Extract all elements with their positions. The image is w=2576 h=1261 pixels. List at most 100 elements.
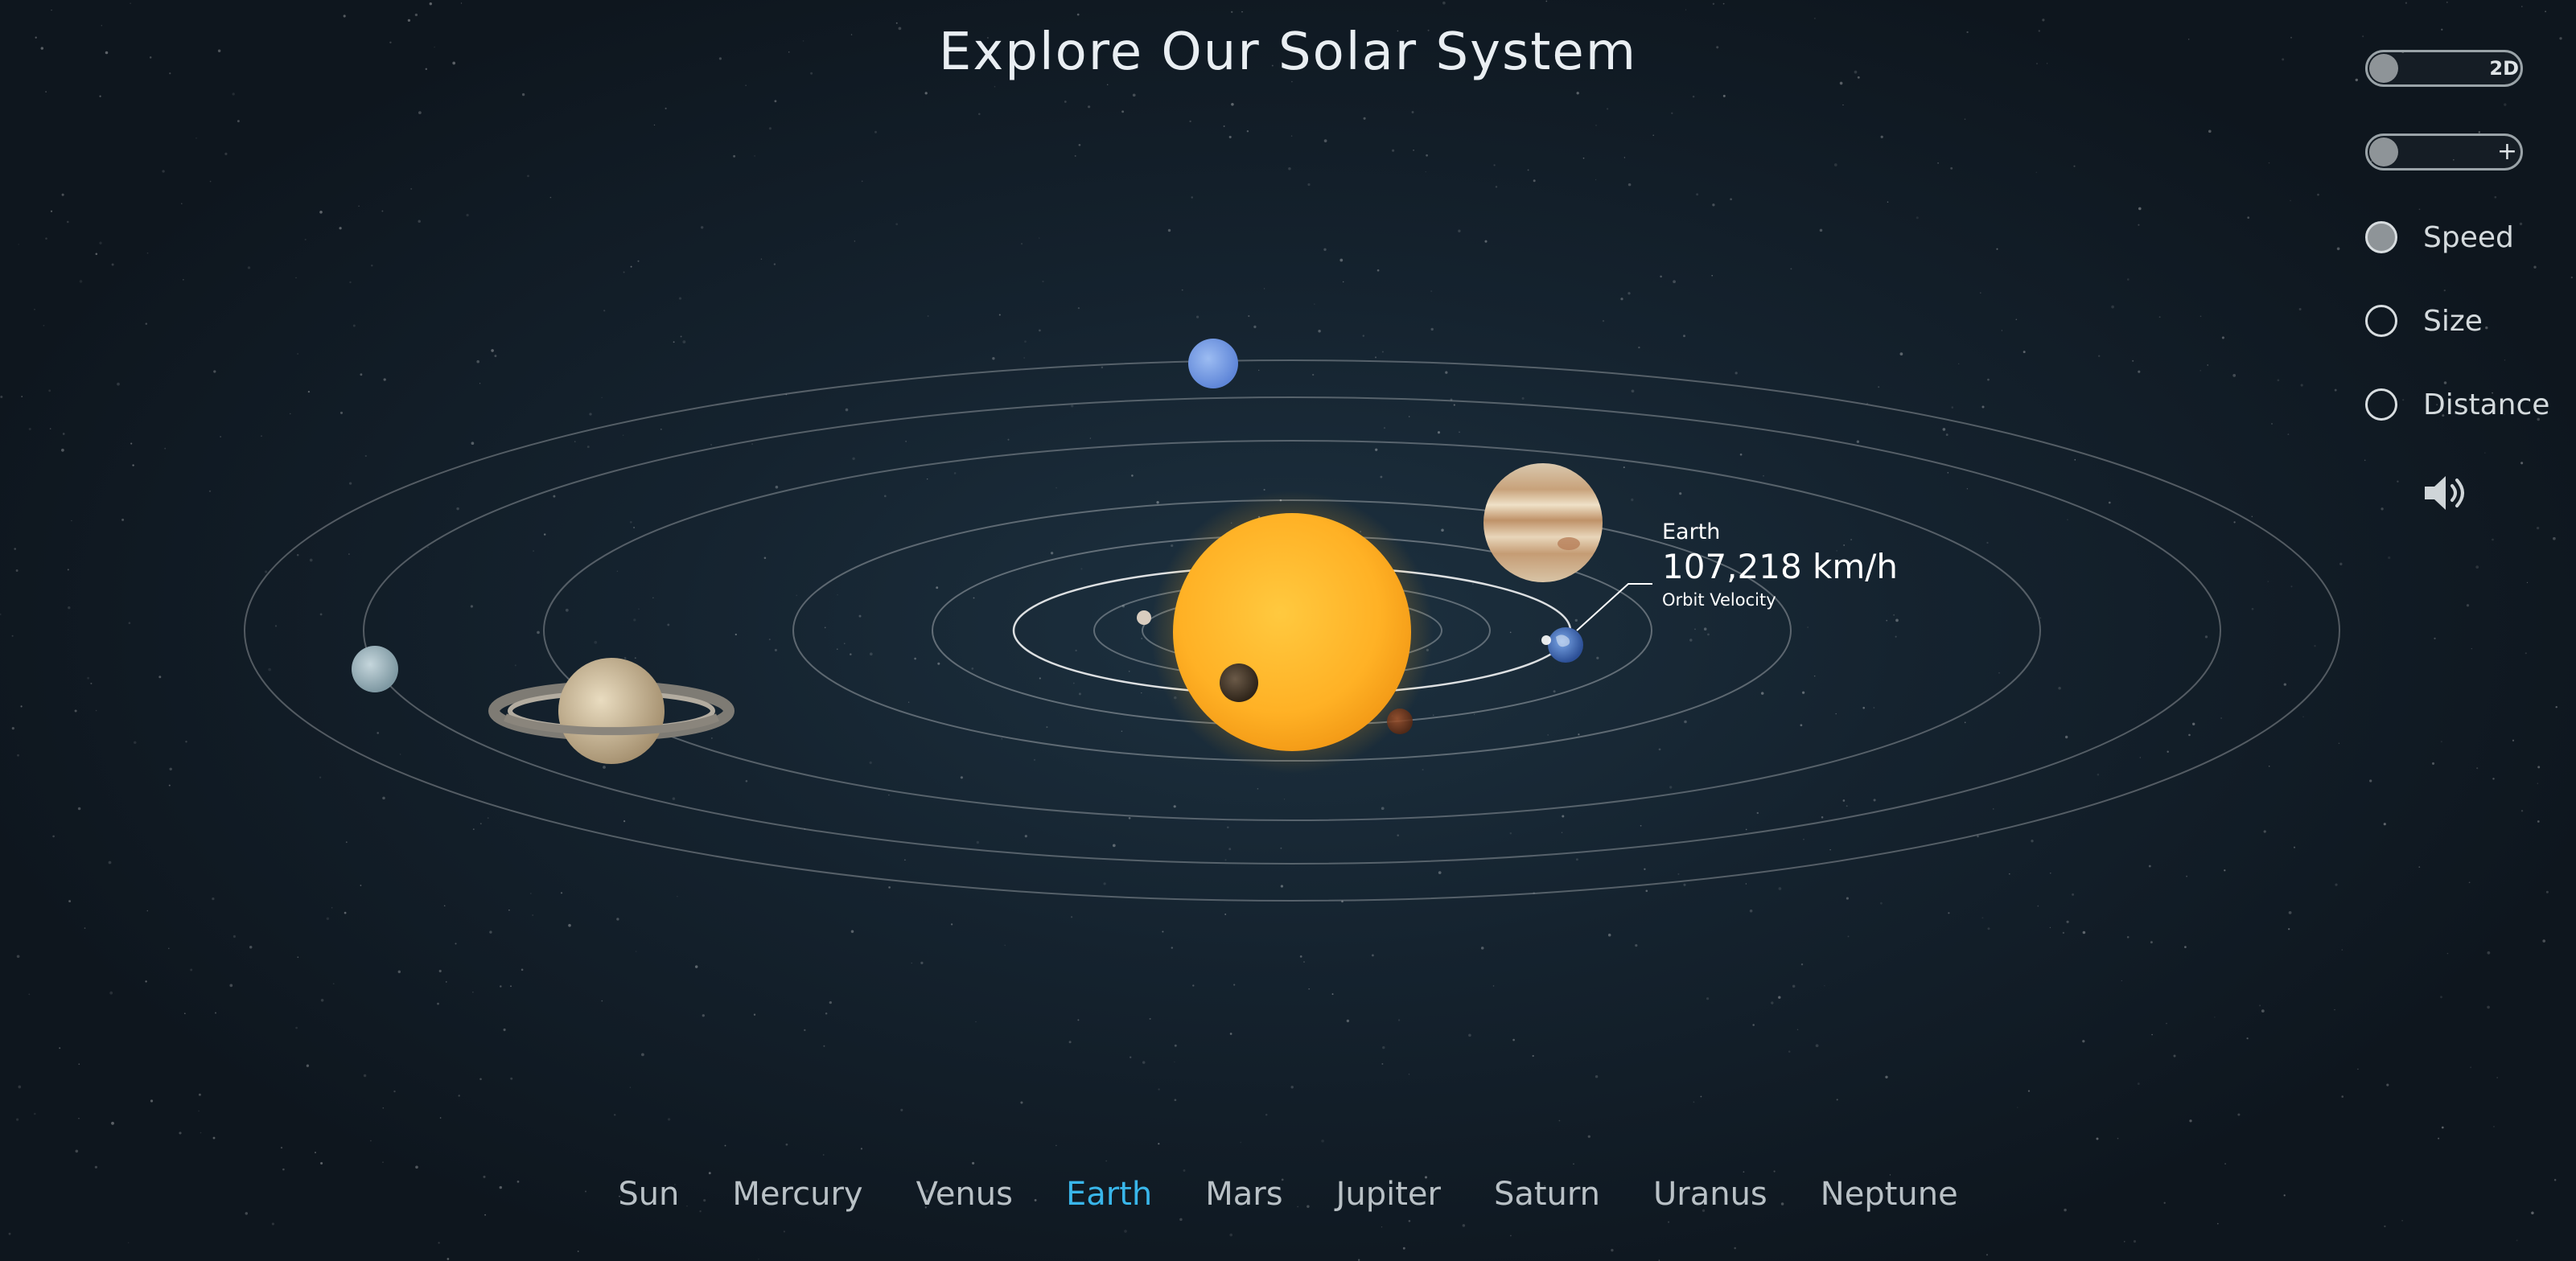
star [577, 1251, 579, 1252]
star [479, 383, 481, 384]
star [1561, 832, 1563, 834]
star [2082, 1040, 2085, 1043]
star [208, 490, 212, 492]
star [1532, 1054, 1534, 1058]
star [1847, 935, 1850, 938]
star [735, 633, 737, 636]
option-speed[interactable]: Speed [2365, 217, 2514, 257]
zoom-toggle[interactable]: + [2365, 133, 2523, 170]
star [1707, 633, 1710, 636]
radio-size[interactable] [2365, 305, 2397, 337]
star [2267, 581, 2269, 582]
star [1132, 93, 1136, 97]
planet-jupiter[interactable] [1483, 463, 1603, 582]
nav-item-earth[interactable]: Earth [1066, 1176, 1152, 1213]
star [2259, 1004, 2261, 1007]
star [1438, 871, 1442, 874]
nav-item-mars[interactable]: Mars [1205, 1176, 1282, 1213]
star [190, 968, 193, 971]
nav-item-neptune[interactable]: Neptune [1821, 1176, 1958, 1213]
star [185, 740, 187, 743]
nav-item-venus[interactable]: Venus [916, 1176, 1013, 1213]
star [2037, 905, 2039, 907]
nav-item-saturn[interactable]: Saturn [1494, 1176, 1600, 1213]
speaker-icon[interactable] [2422, 473, 2473, 513]
star [1792, 984, 1796, 988]
view-mode-toggle[interactable]: 2D [2365, 50, 2523, 87]
star [1576, 92, 1579, 95]
star [586, 446, 590, 449]
star [633, 618, 636, 622]
star [2487, 951, 2491, 955]
star [2519, 222, 2523, 226]
nav-item-mercury[interactable]: Mercury [732, 1176, 862, 1213]
star [510, 985, 512, 988]
star [2405, 2, 2408, 4]
star [1606, 108, 1609, 110]
star [533, 550, 534, 552]
option-size[interactable]: Size [2365, 301, 2483, 341]
star [183, 279, 184, 281]
star [1796, 1029, 1799, 1031]
star [2526, 581, 2529, 584]
star [487, 817, 489, 819]
planet-mars[interactable] [1387, 709, 1413, 734]
star [1101, 366, 1104, 369]
star [1558, 1119, 1561, 1122]
nav-item-uranus[interactable]: Uranus [1653, 1176, 1767, 1213]
radio-distance[interactable] [2365, 388, 2397, 421]
star [1836, 1099, 1838, 1101]
star [1480, 947, 1484, 950]
star [623, 271, 625, 273]
star [1131, 474, 1134, 477]
sun[interactable] [1150, 491, 1434, 774]
star [601, 396, 603, 399]
star [565, 608, 569, 612]
nav-item-jupiter[interactable]: Jupiter [1336, 1176, 1441, 1213]
star [2268, 766, 2270, 767]
planet-earth[interactable] [1541, 627, 1583, 663]
star [48, 389, 51, 392]
star [94, 1165, 98, 1169]
star [1700, 1095, 1702, 1098]
star [1627, 292, 1631, 295]
star [2537, 766, 2541, 769]
star [861, 180, 863, 183]
star [1411, 111, 1414, 113]
star [1937, 162, 1939, 164]
star [1640, 824, 1642, 827]
planet-saturn[interactable] [488, 658, 735, 764]
star [296, 553, 299, 557]
star [209, 180, 212, 183]
star [1023, 357, 1025, 359]
star [320, 999, 324, 1002]
star [111, 263, 114, 266]
star [213, 370, 216, 373]
option-distance[interactable]: Distance [2365, 384, 2549, 425]
star [2383, 823, 2386, 826]
star [2364, 459, 2366, 462]
star [2434, 637, 2436, 640]
star [634, 657, 636, 659]
star [1993, 808, 1994, 810]
planet-neptune[interactable] [1188, 339, 1238, 388]
star [1191, 196, 1193, 199]
planet-mercury[interactable] [1137, 610, 1151, 625]
star [2441, 1126, 2444, 1129]
star [2418, 208, 2421, 211]
star [1658, 748, 1661, 751]
solar-system-view[interactable] [0, 0, 2576, 1261]
star [2058, 687, 2061, 690]
star [529, 893, 532, 894]
star [1947, 471, 1949, 474]
star [145, 980, 147, 983]
star [613, 1114, 616, 1116]
star [2288, 911, 2292, 914]
radio-speed[interactable] [2365, 221, 2397, 253]
star [1189, 120, 1191, 123]
star [2117, 1137, 2119, 1140]
planet-uranus[interactable] [352, 646, 398, 692]
nav-item-sun[interactable]: Sun [618, 1176, 679, 1213]
star [920, 961, 924, 965]
planet-venus[interactable] [1220, 663, 1258, 702]
